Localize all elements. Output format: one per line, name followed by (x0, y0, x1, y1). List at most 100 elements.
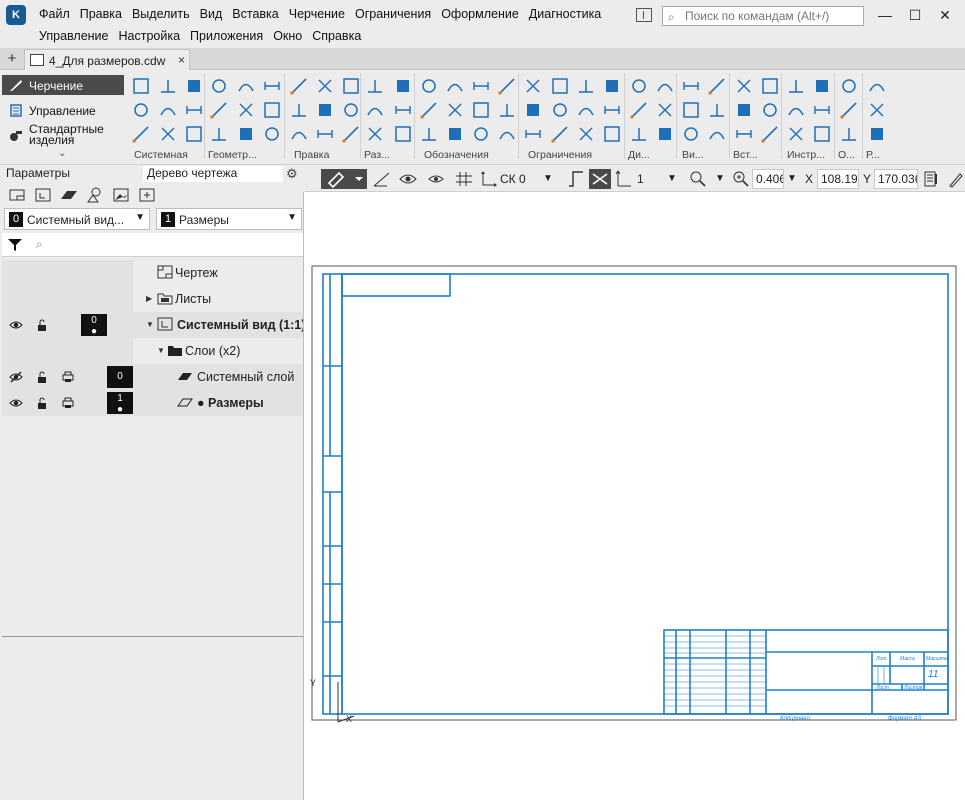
filter-icon[interactable] (8, 238, 22, 252)
ribbon-tool-icon[interactable] (628, 75, 650, 97)
chevron-down-icon[interactable]: ▼ (787, 169, 797, 189)
ribbon-tool-icon[interactable] (785, 123, 807, 145)
ribbon-tool-icon[interactable] (235, 99, 257, 121)
print-icon[interactable] (61, 370, 75, 384)
ribbon-tool-icon[interactable] (288, 75, 310, 97)
grid-icon[interactable] (455, 171, 473, 187)
round-toggle[interactable] (589, 169, 611, 189)
unlocked-icon[interactable] (35, 318, 49, 332)
view-icon[interactable] (34, 186, 52, 204)
ribbon-tool-icon[interactable] (733, 99, 755, 121)
step-cursor-icon[interactable] (615, 170, 633, 188)
tree-row-layers[interactable]: ▼ Слои (x2) (2, 338, 303, 364)
ribbon-tool-icon[interactable] (157, 75, 179, 97)
x-coordinate-field[interactable]: 108.195 (817, 169, 859, 189)
group-label-r[interactable]: Р... (866, 149, 880, 161)
ribbon-tool-icon[interactable] (340, 99, 362, 121)
objects-icon[interactable] (86, 186, 104, 204)
group-label-system[interactable]: Системная (134, 149, 188, 161)
ribbon-tool-icon[interactable] (392, 75, 414, 97)
ribbon-tool-icon[interactable] (444, 99, 466, 121)
menu-manage[interactable]: Управление (34, 28, 114, 44)
current-view-select[interactable]: 0 Системный вид... ▼ (4, 208, 150, 230)
group-label-insert[interactable]: Вст... (733, 149, 758, 161)
ribbon-tool-icon[interactable] (496, 99, 518, 121)
app-logo-icon[interactable]: K (6, 5, 26, 25)
drawing-canvas[interactable]: 11 Копировал Формат А3 Лит. Масса Масшта… (303, 192, 965, 800)
group-label-constraints[interactable]: Ограничения (528, 149, 592, 161)
ribbon-tool-icon[interactable] (654, 123, 676, 145)
hidden-eye-icon[interactable] (9, 370, 23, 384)
ribbon-tool-icon[interactable] (706, 75, 728, 97)
ribbon-tool-icon[interactable] (392, 123, 414, 145)
menu-view[interactable]: Вид (195, 6, 228, 22)
new-document-button[interactable]: + (4, 50, 20, 68)
ribbon-tool-icon[interactable] (340, 75, 362, 97)
menu-edit[interactable]: Правка (75, 6, 127, 22)
ribbon-tool-icon[interactable] (235, 75, 257, 97)
ribbon-tool-icon[interactable] (208, 75, 230, 97)
preview-icon[interactable] (427, 171, 445, 187)
ribbon-tool-icon[interactable] (733, 123, 755, 145)
y-coordinate-field[interactable]: 170.036 (874, 169, 918, 189)
minimize-button[interactable]: — (872, 4, 898, 26)
zoom-value-field[interactable]: 0.406 (752, 169, 784, 189)
ribbon-tool-icon[interactable] (130, 99, 152, 121)
look-icon[interactable] (399, 171, 417, 187)
ribbon-tool-icon[interactable] (680, 99, 702, 121)
ribbon-tool-icon[interactable] (522, 99, 544, 121)
ribbon-tool-icon[interactable] (654, 75, 676, 97)
ribbon-tool-icon[interactable] (470, 99, 492, 121)
tree-row-drawing[interactable]: Чертеж (2, 260, 303, 286)
ribbon-tool-icon[interactable] (706, 123, 728, 145)
ribbon-tool-icon[interactable] (444, 123, 466, 145)
unlocked-icon[interactable] (35, 396, 49, 410)
menu-drawing[interactable]: Черчение (284, 6, 350, 22)
ribbon-tool-icon[interactable] (157, 99, 179, 121)
current-layer-select[interactable]: 1 Размеры ▼ (156, 208, 302, 230)
group-label-designations[interactable]: Обозначения (424, 149, 489, 161)
ribbon-tool-icon[interactable] (601, 123, 623, 145)
ribbon-tool-icon[interactable] (759, 123, 781, 145)
mode-manage[interactable]: Управление (2, 100, 124, 120)
ribbon-tool-icon[interactable] (130, 75, 152, 97)
ribbon-tool-icon[interactable] (392, 99, 414, 121)
menu-insert[interactable]: Вставка (227, 6, 283, 22)
group-label-diagnostics[interactable]: Ди... (628, 149, 650, 161)
menu-select[interactable]: Выделить (127, 6, 195, 22)
document-tab[interactable]: 4_Для размеров.cdw × (24, 49, 190, 70)
zoom-frame-icon[interactable] (689, 170, 707, 188)
fix-coords-icon[interactable] (923, 170, 941, 188)
snap-toggle[interactable] (321, 169, 367, 189)
ribbon-tool-icon[interactable] (418, 99, 440, 121)
ribbon-tool-icon[interactable] (733, 75, 755, 97)
ribbon-tool-icon[interactable] (575, 123, 597, 145)
ribbon-tool-icon[interactable] (470, 75, 492, 97)
ribbon-tool-icon[interactable] (235, 123, 257, 145)
ribbon-tool-icon[interactable] (838, 99, 860, 121)
ribbon-tool-icon[interactable] (157, 123, 179, 145)
group-label-edit[interactable]: Правка (294, 149, 329, 161)
ribbon-tool-icon[interactable] (340, 123, 362, 145)
ribbon-tool-icon[interactable] (549, 123, 571, 145)
tab-parameters[interactable]: Параметры (2, 166, 142, 182)
group-label-geometry[interactable]: Геометр... (208, 149, 257, 161)
tree-row-system-view[interactable]: 0 ● ▼ Системный вид (1:1) (2, 312, 303, 338)
ribbon-tool-icon[interactable] (261, 123, 283, 145)
ribbon-tool-icon[interactable] (314, 75, 336, 97)
group-label-views[interactable]: Ви... (682, 149, 704, 161)
group-label-tools[interactable]: Инстр... (787, 149, 825, 161)
ribbon-tool-icon[interactable] (496, 75, 518, 97)
chevron-down-icon[interactable]: ▼ (543, 169, 553, 189)
ribbon-tool-icon[interactable] (680, 123, 702, 145)
menu-window[interactable]: Окно (268, 28, 307, 44)
panel-layout-icon[interactable] (636, 8, 652, 22)
tree-filter-bar[interactable]: ⌕ (2, 233, 303, 257)
ribbon-tool-icon[interactable] (759, 75, 781, 97)
close-tab-icon[interactable]: × (178, 53, 185, 67)
menu-diagnostics[interactable]: Диагностика (524, 6, 606, 22)
menu-design[interactable]: Оформление (436, 6, 524, 22)
ribbon-tool-icon[interactable] (785, 75, 807, 97)
ribbon-tool-icon[interactable] (601, 99, 623, 121)
ribbon-tool-icon[interactable] (628, 99, 650, 121)
